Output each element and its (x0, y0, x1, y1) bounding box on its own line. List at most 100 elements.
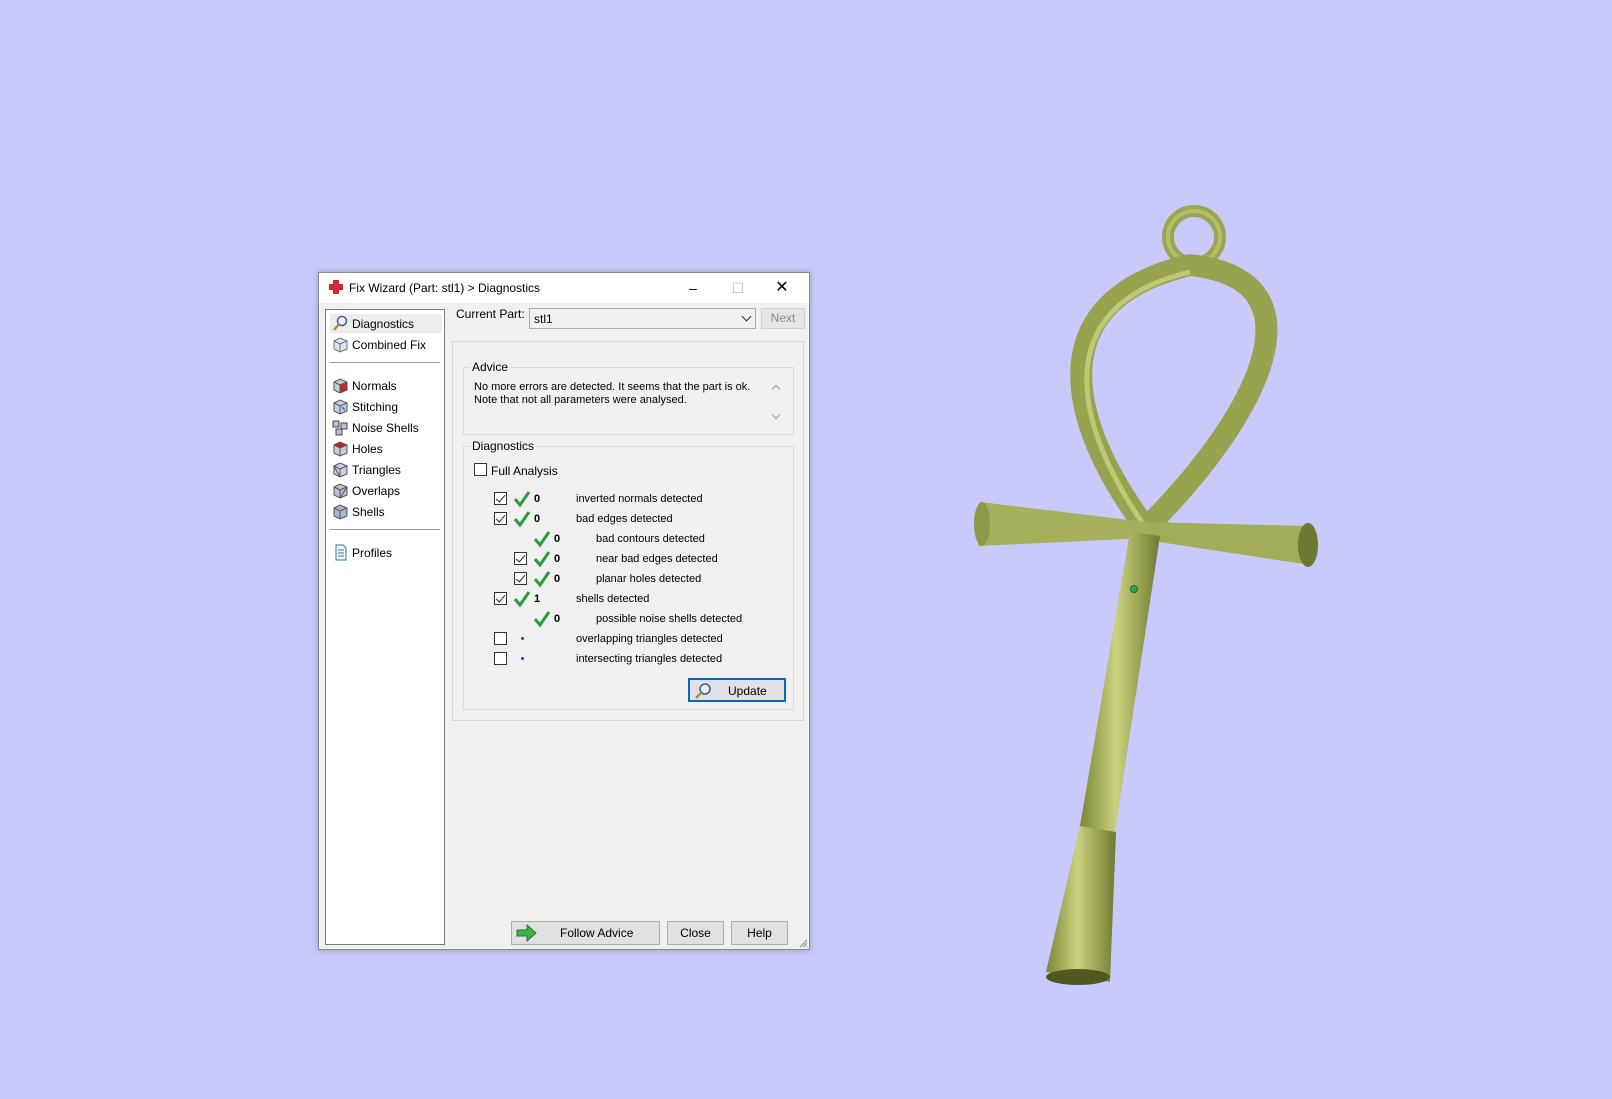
chevron-down-icon (741, 311, 752, 322)
row-label: bad edges detected (576, 513, 673, 525)
nav-item-label: Profiles (352, 546, 393, 560)
overlapping-triangles-checkbox[interactable] (494, 632, 507, 645)
green-check-icon (533, 551, 551, 568)
follow-advice-label: Follow Advice (560, 926, 634, 940)
green-check-icon (513, 591, 531, 608)
overlaps-cube-icon (333, 483, 348, 499)
row-label: near bad edges detected (596, 553, 718, 565)
cube-icon (333, 337, 348, 353)
advice-scrollbar[interactable] (768, 380, 784, 426)
diagnostics-panel: Advice No more errors are detected. It s… (452, 341, 804, 721)
scroll-up-icon[interactable] (771, 384, 781, 394)
nav-item-label: Stitching (352, 400, 399, 414)
pending-dot-icon (521, 657, 524, 660)
advice-group: Advice No more errors are detected. It s… (463, 360, 794, 435)
nav-item-overlaps[interactable]: Overlaps (330, 481, 442, 500)
resize-grip-icon[interactable] (798, 938, 808, 948)
row-label: overlapping triangles detected (576, 633, 723, 645)
nav-item-profiles[interactable]: Profiles (330, 543, 442, 562)
diagnostic-row: 0 planar holes detected (464, 570, 795, 588)
full-analysis-checkbox[interactable] (474, 463, 487, 476)
update-label: Update (728, 684, 767, 698)
nav-item-normals[interactable]: Normals (330, 376, 442, 395)
nav-item-label: Overlaps (352, 484, 401, 498)
near-bad-edges-checkbox[interactable] (514, 552, 527, 565)
help-button[interactable]: Help (731, 921, 788, 945)
diagnostics-group: Diagnostics Full Analysis 0 inverted nor… (463, 439, 795, 710)
nav-separator (330, 362, 440, 364)
nav-item-stitching[interactable]: Stitching (330, 397, 442, 416)
row-label: planar holes detected (596, 573, 702, 585)
count-value: 0 (534, 493, 541, 505)
nav-separator (330, 529, 440, 531)
nav-item-combined-fix[interactable]: Combined Fix (330, 335, 442, 354)
count-value: 0 (554, 553, 561, 565)
diagnostic-row: intersecting triangles detected (464, 650, 795, 668)
count-value: 0 (554, 613, 561, 625)
advice-title: Advice (470, 360, 511, 374)
diagnostic-row: 0 possible noise shells detected (464, 610, 795, 628)
nav-item-holes[interactable]: Holes (330, 439, 442, 458)
diagnostic-row: 0 bad contours detected (464, 530, 795, 548)
nav-item-label: Noise Shells (352, 421, 419, 435)
row-label: intersecting triangles detected (576, 653, 723, 665)
current-part-label: Current Part: (456, 307, 525, 321)
nav-item-noise-shells[interactable]: Noise Shells (330, 418, 442, 437)
wizard-nav-list: Diagnostics Combined Fix Normals Stitchi… (325, 309, 445, 945)
count-value: 1 (534, 593, 541, 605)
red-cross-icon (329, 280, 343, 294)
shells-cube-icon (333, 504, 348, 520)
row-label: bad contours detected (596, 533, 705, 545)
full-analysis-label: Full Analysis (491, 464, 558, 478)
diagnostic-row: overlapping triangles detected (464, 630, 795, 648)
intersecting-triangles-checkbox[interactable] (494, 652, 507, 665)
current-part-select[interactable]: stl1 (529, 308, 756, 329)
fix-wizard-window: Fix Wizard (Part: stl1) > Diagnostics – … (318, 272, 810, 950)
nav-item-label: Combined Fix (352, 338, 427, 352)
magnifier-icon (695, 683, 711, 699)
minimize-button[interactable]: – (671, 273, 715, 303)
inverted-normals-checkbox[interactable] (494, 492, 507, 505)
green-check-icon (533, 571, 551, 588)
diagnostic-row: 0 near bad edges detected (464, 550, 795, 568)
document-icon (335, 544, 347, 561)
update-button[interactable]: Update (688, 678, 786, 702)
magnifier-icon (333, 315, 348, 331)
red-cube-icon (333, 378, 348, 394)
diagnostics-title: Diagnostics (470, 439, 537, 453)
next-button[interactable]: Next (761, 308, 805, 329)
planar-holes-checkbox[interactable] (514, 572, 527, 585)
green-check-icon (533, 611, 551, 628)
follow-advice-button[interactable]: Follow Advice (511, 921, 660, 945)
triangles-cube-icon (333, 462, 348, 478)
title-bar[interactable]: Fix Wizard (Part: stl1) > Diagnostics – … (319, 273, 809, 303)
green-check-icon (513, 511, 531, 528)
green-check-icon (533, 531, 551, 548)
diagnostic-row: 0 bad edges detected (464, 510, 795, 528)
shells-checkbox[interactable] (494, 592, 507, 605)
diagnostic-row: 1 shells detected (464, 590, 795, 608)
pending-dot-icon (521, 637, 524, 640)
nav-item-label: Diagnostics (352, 317, 415, 331)
bad-edges-checkbox[interactable] (494, 512, 507, 525)
count-value: 0 (554, 573, 561, 585)
row-label: shells detected (576, 593, 650, 605)
noise-shells-icon (332, 420, 348, 436)
nav-item-shells[interactable]: Shells (330, 502, 442, 521)
stitching-cube-icon (333, 399, 348, 415)
row-label: possible noise shells detected (596, 613, 743, 625)
green-check-icon (513, 491, 531, 508)
count-value: 0 (534, 513, 541, 525)
nav-item-label: Holes (352, 442, 383, 456)
holes-cube-icon (333, 441, 348, 457)
scroll-down-icon[interactable] (771, 410, 781, 420)
close-window-button[interactable]: ✕ (760, 273, 804, 303)
maximize-button[interactable]: ☐ (716, 273, 760, 303)
advice-text: No more errors are detected. It seems th… (474, 381, 751, 406)
close-button[interactable]: Close (667, 921, 724, 945)
nav-item-diagnostics[interactable]: Diagnostics (330, 314, 442, 333)
current-part-value: stl1 (534, 312, 553, 326)
nav-item-triangles[interactable]: Triangles (330, 460, 442, 479)
row-label: inverted normals detected (576, 493, 703, 505)
nav-item-label: Triangles (352, 463, 401, 477)
